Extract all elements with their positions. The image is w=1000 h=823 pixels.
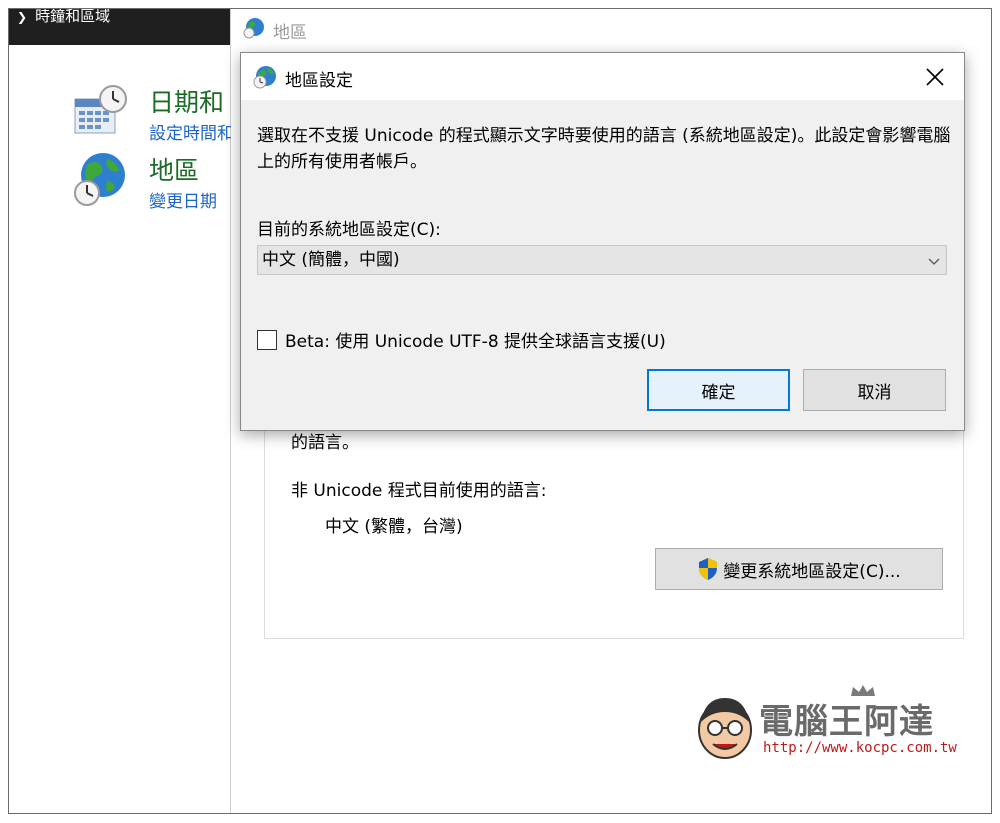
change-system-locale-button[interactable]: 變更系統地區設定(C)...: [655, 548, 943, 590]
change-system-locale-label: 變更系統地區設定(C)...: [723, 561, 901, 582]
watermark-title: 電腦王阿達: [759, 702, 934, 742]
chevron-down-icon: [928, 258, 940, 265]
region-settings-dialog: 地區設定 選取在不支援 Unicode 的程式顯示文字時要使用的語言 (系統地區…: [240, 52, 965, 431]
dialog-description: 選取在不支援 Unicode 的程式顯示文字時要使用的語言 (系統地區設定)。此…: [257, 126, 951, 172]
group-clipped-text: 的語言。: [291, 433, 359, 453]
cp-item-title[interactable]: 日期和: [149, 83, 224, 119]
region-window-title: 地區: [273, 23, 307, 43]
cp-item-subtitle-link[interactable]: 變更日期: [149, 187, 217, 212]
non-unicode-label: 非 Unicode 程式目前使用的語言:: [291, 481, 547, 501]
beta-utf8-checkbox-row[interactable]: Beta: 使用 Unicode UTF-8 提供全球語言支援(U): [257, 327, 666, 352]
globe-icon: [253, 66, 276, 89]
watermark-url: http://www.kocpc.com.tw: [763, 740, 957, 756]
uac-shield-icon: [699, 558, 718, 580]
cp-item-title[interactable]: 地區: [149, 151, 199, 187]
beta-utf8-label[interactable]: Beta: 使用 Unicode UTF-8 提供全球語言支援(U): [285, 327, 666, 352]
mascot-face-icon: [698, 698, 752, 759]
dialog-close-button[interactable]: [913, 59, 957, 95]
system-locale-select[interactable]: 中文 (簡體，中國): [257, 245, 947, 275]
cp-item-subtitle-link[interactable]: 設定時間和: [149, 119, 234, 144]
system-locale-selected-value: 中文 (簡體，中國): [262, 250, 400, 270]
dialog-title: 地區設定: [285, 71, 353, 91]
cancel-button[interactable]: 取消: [803, 369, 946, 411]
region-window-titlebar: 地區: [231, 9, 991, 49]
watermark-logo: 電腦王阿達 http://www.kocpc.com.tw: [693, 684, 973, 768]
globe-clock-icon: [74, 153, 125, 206]
left-panel-header: ❯ 時鐘和區域: [9, 9, 231, 45]
left-panel-title: 時鐘和區域: [35, 9, 111, 25]
calendar-clock-icon: [74, 85, 127, 134]
current-locale-label: 目前的系統地區設定(C):: [257, 220, 441, 240]
non-unicode-value: 中文 (繁體，台灣): [325, 517, 463, 537]
close-icon: [926, 68, 944, 86]
ok-button[interactable]: 確定: [647, 369, 790, 411]
globe-icon: [243, 18, 264, 39]
dialog-titlebar: 地區設定: [241, 53, 964, 100]
beta-utf8-checkbox[interactable]: [257, 329, 277, 350]
chevron-right-icon: ❯: [17, 10, 28, 24]
